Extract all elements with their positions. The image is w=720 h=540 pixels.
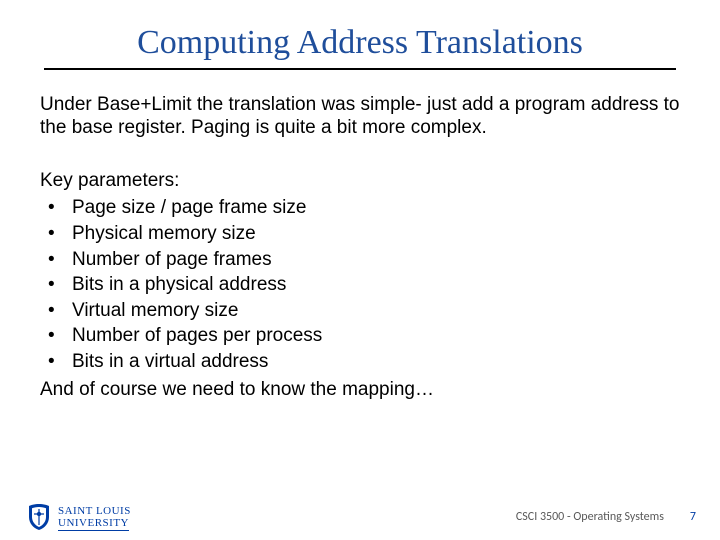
parameters-trail: And of course we need to know the mappin…	[40, 377, 680, 403]
list-item: Virtual memory size	[48, 298, 680, 324]
parameters-list: Page size / page frame size Physical mem…	[40, 195, 680, 374]
footer-right: CSCI 3500 - Operating Systems 7	[516, 510, 696, 524]
list-item: Physical memory size	[48, 221, 680, 247]
course-label: CSCI 3500 - Operating Systems	[516, 510, 664, 524]
parameters-block: Key parameters: Page size / page frame s…	[40, 168, 680, 403]
slide: Computing Address Translations Under Bas…	[0, 0, 720, 540]
page-number: 7	[690, 510, 696, 524]
shield-icon	[28, 503, 50, 531]
list-item: Number of page frames	[48, 247, 680, 273]
title-rule	[44, 68, 676, 70]
intro-paragraph: Under Base+Limit the translation was sim…	[40, 94, 680, 140]
list-item: Number of pages per process	[48, 323, 680, 349]
org-logo: SAINT LOUIS UNIVERSITY	[28, 503, 131, 531]
org-name: SAINT LOUIS UNIVERSITY	[58, 505, 131, 529]
slide-footer: SAINT LOUIS UNIVERSITY CSCI 3500 - Opera…	[0, 494, 720, 540]
slide-title: Computing Address Translations	[40, 24, 680, 62]
parameters-lead: Key parameters:	[40, 168, 680, 194]
list-item: Bits in a physical address	[48, 272, 680, 298]
list-item: Bits in a virtual address	[48, 349, 680, 375]
list-item: Page size / page frame size	[48, 195, 680, 221]
